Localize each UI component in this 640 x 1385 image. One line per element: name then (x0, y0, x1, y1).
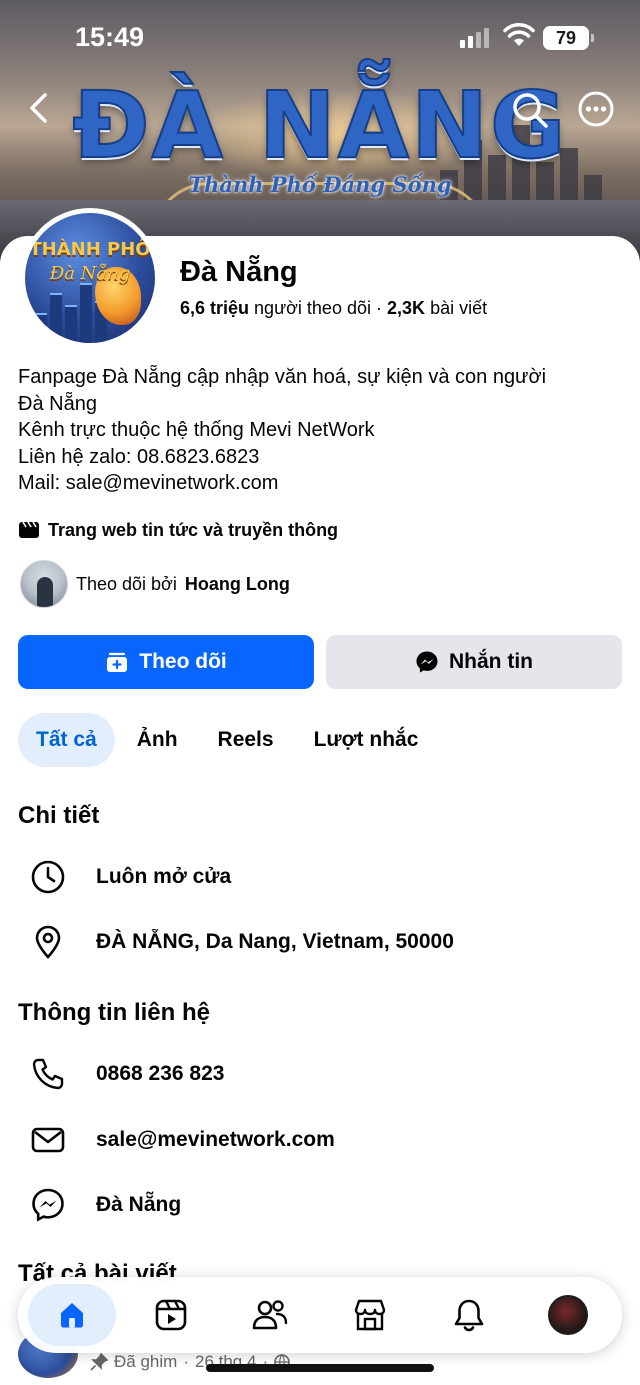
avatar-title: THÀNH PHỐ (29, 239, 151, 260)
contact-title: Thông tin liên hệ (18, 999, 210, 1026)
tab-all[interactable]: Tất cả (18, 713, 115, 767)
followed-by-prefix: Theo dõi bởi (76, 573, 177, 594)
clock-icon (28, 857, 68, 897)
avatar-subtitle: Đà Nẵng (49, 263, 131, 284)
pin-icon (90, 1353, 108, 1371)
page-stats: 6,6 triệu người theo dõi · 2,3K bài viết (180, 298, 487, 319)
home-icon (61, 1303, 83, 1328)
details-address-row[interactable]: ĐÀ NẴNG, Da Nang, Vietnam, 50000 (28, 922, 454, 962)
posts-label: bài viết (430, 298, 488, 318)
status-bar: 15:49 79 (0, 0, 640, 74)
followers-count[interactable]: 6,6 triệu (180, 298, 249, 318)
bio-line: Mail: sale@mevinetwork.com (18, 472, 279, 494)
email-text[interactable]: sale@mevinetwork.com (96, 1128, 335, 1152)
follow-button-label: Theo dõi (139, 650, 227, 673)
messenger-text[interactable]: Đà Nẵng (96, 1193, 181, 1217)
profile-avatar[interactable]: THÀNH PHỐ Đà Nẵng (20, 208, 160, 348)
nav-notifications[interactable] (425, 1284, 513, 1346)
tab-photos[interactable]: Ảnh (119, 713, 196, 767)
profile-picture: THÀNH PHỐ Đà Nẵng (25, 213, 155, 343)
message-button[interactable]: Nhắn tin (326, 635, 622, 689)
bio-line: Đà Nẵng (18, 392, 97, 415)
details-hours-row: Luôn mở cửa (28, 857, 231, 897)
page-bio: Fanpage Đà Nẵng cập nhập văn hoá, sự kiệ… (18, 364, 628, 497)
stats-separator: · (376, 298, 382, 318)
category-label: Trang web tin tức và truyền thông (48, 519, 339, 540)
video-category-icon (19, 521, 39, 538)
chevron-left-icon (30, 93, 47, 123)
friends-icon (253, 1300, 288, 1330)
back-button[interactable] (20, 90, 56, 126)
more-options-button[interactable] (577, 90, 615, 128)
contact-messenger-row[interactable]: Đà Nẵng (28, 1185, 181, 1225)
follower-avatar[interactable] (20, 560, 68, 608)
followed-by-name[interactable]: Hoang Long (185, 574, 290, 595)
messenger-outline-icon (28, 1185, 68, 1225)
follow-icon (107, 652, 128, 672)
marketplace-icon (354, 1299, 385, 1331)
status-time: 15:49 (75, 22, 145, 52)
posts-count: 2,3K (387, 298, 426, 318)
message-button-label: Nhắn tin (449, 650, 533, 673)
followed-by[interactable]: Theo dõi bởi Hoang Long (20, 560, 290, 608)
contact-email-row[interactable]: sale@mevinetwork.com (28, 1120, 335, 1160)
nav-reels[interactable] (127, 1284, 215, 1346)
bottom-navigation (18, 1277, 622, 1353)
bio-line: Kênh trực thuộc hệ thống Mevi NetWork (18, 419, 375, 441)
tab-reels[interactable]: Reels (200, 713, 292, 767)
phone-text[interactable]: 0868 236 823 (96, 1062, 224, 1086)
search-button[interactable] (510, 90, 550, 130)
contact-phone-row[interactable]: 0868 236 823 (28, 1054, 224, 1094)
details-title: Chi tiết (18, 802, 100, 829)
search-icon (513, 93, 548, 128)
profile-tabs: Tất cả Ảnh Reels Lượt nhắc (18, 713, 440, 767)
page-category: Trang web tin tức và truyền thông (18, 519, 338, 541)
followers-label[interactable]: người theo dõi (254, 298, 371, 318)
page-title: Đà Nẵng (180, 256, 298, 288)
follow-button[interactable]: Theo dõi (18, 635, 314, 689)
bio-line: Liên hệ zalo: 08.6823.6823 (18, 445, 260, 468)
reels-icon (155, 1299, 187, 1331)
cellular-signal-icon (460, 28, 489, 48)
home-indicator (206, 1364, 434, 1372)
pinned-label: Đã ghim (114, 1352, 178, 1371)
nav-friends[interactable] (226, 1284, 314, 1346)
more-horizontal-icon (578, 91, 614, 127)
hours-text: Luôn mở cửa (96, 865, 232, 888)
location-pin-icon (28, 922, 68, 962)
bio-line: Fanpage Đà Nẵng cập nhập văn hoá, sự kiệ… (18, 366, 547, 388)
phone-icon (28, 1054, 68, 1094)
nav-home[interactable] (28, 1284, 116, 1346)
wifi-icon (503, 22, 535, 53)
address-text[interactable]: ĐÀ NẴNG, Da Nang, Vietnam, 50000 (96, 930, 454, 954)
post-meta-dot: · (183, 1352, 189, 1371)
cover-subtitle: Thành Phố Đáng Sống (188, 172, 452, 197)
notifications-icon (454, 1299, 484, 1332)
tab-mentions[interactable]: Lượt nhắc (296, 713, 437, 767)
email-icon (28, 1120, 68, 1160)
nav-profile[interactable] (524, 1284, 612, 1346)
profile-avatar-icon (547, 1295, 588, 1335)
messenger-icon (416, 651, 438, 673)
battery-indicator: 79 (543, 26, 594, 50)
nav-marketplace[interactable] (326, 1284, 414, 1346)
